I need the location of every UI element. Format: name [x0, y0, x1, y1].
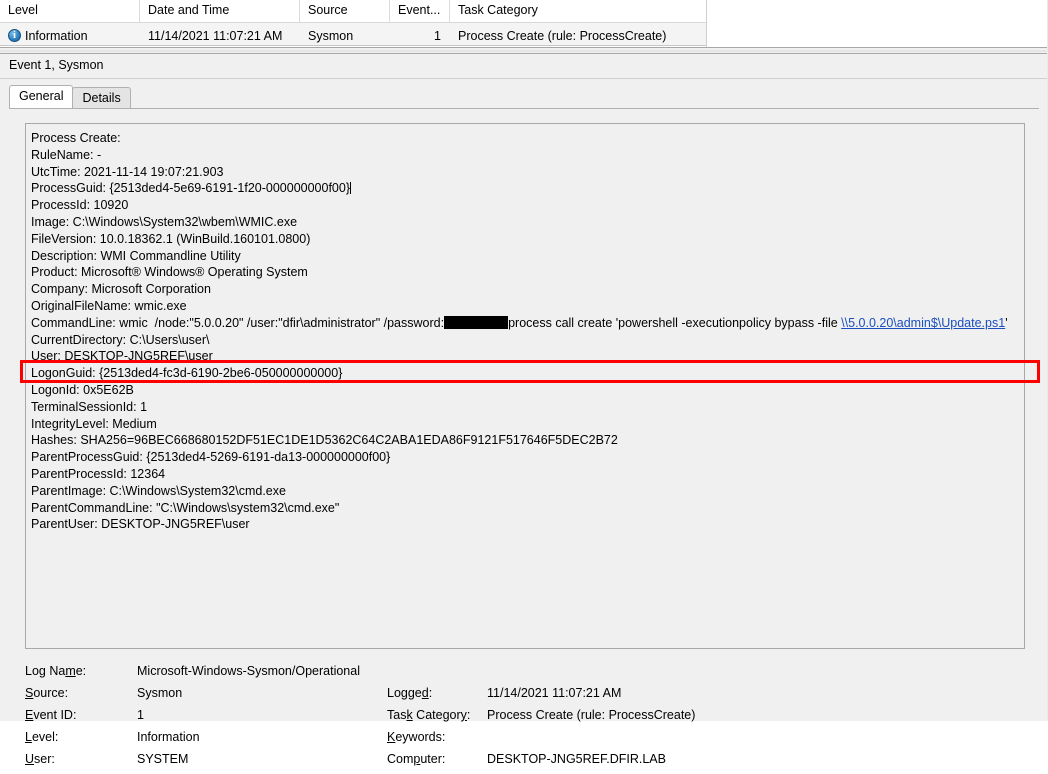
event-description-line-102: LogonGuid: {2513ded4-fc3d-6190-2be6-0500… [31, 366, 343, 381]
meta-label-log-name: Log Name: [25, 664, 87, 678]
column-header-source[interactable]: Source [300, 0, 390, 22]
column-header-task-category[interactable]: Task Category [450, 0, 706, 22]
event-description-line-4: ProcessId: 10920 [31, 198, 129, 213]
event-description-line-103: LogonId: 0x5E62B [31, 382, 134, 397]
meta-row-eventid-task: Event ID: 1 Task Category: Process Creat… [25, 708, 1025, 730]
meta-label-keywords: Keywords: [387, 730, 446, 744]
event-metadata-grid: Log Name: Microsoft-Windows-Sysmon/Opera… [25, 664, 1025, 774]
event-description-line-108: ParentProcessId: 12364 [31, 466, 166, 481]
tab-details[interactable]: Details [72, 87, 131, 108]
meta-label-level: Level: [25, 730, 59, 744]
command-line-row: CommandLine: wmic /node:"5.0.0.20" /user… [31, 315, 1024, 332]
tab-strip-underline [9, 108, 1039, 109]
meta-label-logged: Logged: [387, 686, 433, 700]
column-header-event-id[interactable]: Event... [390, 0, 450, 22]
pane-splitter-track [0, 50, 1048, 52]
event-description-line-100: CurrentDirectory: C:\Users\user\ [31, 332, 210, 347]
event-description-line-5: Image: C:\Windows\System32\wbem\WMIC.exe [31, 214, 298, 229]
cell-task-category: Process Create (rule: ProcessCreate) [458, 28, 667, 43]
cell-source: Sysmon [308, 28, 354, 43]
meta-label-source: Source: [25, 686, 69, 700]
cell-event-id: 1 [434, 28, 441, 43]
meta-value-event-id: 1 [137, 708, 144, 722]
event-detail-title: Event 1, Sysmon [0, 54, 1048, 79]
password-redaction-box [444, 315, 509, 329]
event-description-line-7: Description: WMI Commandline Utility [31, 248, 241, 263]
event-description-line-106: Hashes: SHA256=96BEC668680152DF51EC1DE1D… [31, 433, 618, 448]
event-description-line-104: TerminalSessionId: 1 [31, 399, 148, 414]
cell-level-label: Information [25, 28, 88, 43]
event-description-line-101: User: DESKTOP-JNG5REF\user [31, 349, 213, 364]
unc-path-link[interactable]: \\5.0.0.20\admin$\Update.ps1 [841, 316, 1005, 330]
meta-label-task-category: Task Category: [387, 708, 471, 722]
table-row[interactable]: Information 11/14/2021 11:07:21 AM Sysmo… [0, 23, 706, 46]
meta-value-task-category: Process Create (rule: ProcessCreate) [487, 708, 696, 722]
event-description-line-10: OriginalFileName: wmic.exe [31, 298, 187, 313]
event-list-pane: Level Date and Time Source Event... Task… [0, 0, 707, 47]
event-description-line-107: ParentProcessGuid: {2513ded4-5269-6191-d… [31, 450, 391, 465]
event-description-line-111: ParentUser: DESKTOP-JNG5REF\user [31, 517, 250, 532]
information-icon [8, 29, 21, 42]
meta-value-logged: 11/14/2021 11:07:21 AM [487, 686, 622, 700]
meta-value-computer: DESKTOP-JNG5REF.DFIR.LAB [487, 752, 666, 766]
event-detail-pane: Event 1, Sysmon General Details Process … [0, 54, 1048, 766]
meta-value-log-name: Microsoft-Windows-Sysmon/Operational [137, 664, 360, 678]
meta-value-source: Sysmon [137, 686, 183, 700]
meta-value-user: SYSTEM [137, 752, 189, 766]
meta-label-computer: Computer: [387, 752, 446, 766]
event-description-line-0: Process Create: [31, 131, 121, 145]
cell-date: 11/14/2021 11:07:21 AM [148, 28, 283, 43]
column-header-date[interactable]: Date and Time [140, 0, 300, 22]
event-description-line-105: IntegrityLevel: Medium [31, 416, 157, 431]
event-description-text: Process Create: RuleName: - UtcTime: 2021-… [26, 124, 1024, 533]
meta-row-user-computer: User: SYSTEM Computer: DESKTOP-JNG5REF.D… [25, 752, 1025, 774]
event-description-line-2: UtcTime: 2021-11-14 19:07:21.903 [31, 164, 224, 179]
event-list-header: Level Date and Time Source Event... Task… [0, 0, 706, 23]
meta-row-log-name: Log Name: Microsoft-Windows-Sysmon/Opera… [25, 664, 1025, 686]
command-line-suffix: ' [1005, 315, 1008, 330]
event-description-line-110: ParentCommandLine: "C:\Windows\system32\… [31, 500, 340, 515]
cell-level: Information [0, 23, 140, 45]
meta-row-source-logged: Source: Sysmon Logged: 11/14/2021 11:07:… [25, 686, 1025, 708]
meta-row-level-keywords: Level: Information Keywords: [25, 730, 1025, 752]
command-line-middle: process call create 'powershell -executi… [508, 315, 842, 330]
column-header-level[interactable]: Level [0, 0, 140, 22]
meta-label-event-id: Event ID: [25, 708, 77, 722]
event-description-line-8: Product: Microsoft® Windows® Operating S… [31, 265, 308, 280]
event-description-line-109: ParentImage: C:\Windows\System32\cmd.exe [31, 483, 286, 498]
pane-splitter[interactable] [0, 47, 1048, 54]
event-description-box[interactable]: Process Create: RuleName: - UtcTime: 2021-… [25, 123, 1025, 649]
meta-value-level: Information [137, 730, 200, 744]
meta-label-user: User: [25, 752, 55, 766]
event-description-line-3: ProcessGuid: {2513ded4-5e69-6191-1f20-00… [31, 181, 352, 196]
text-caret [350, 182, 352, 195]
detail-tab-strip: General Details [9, 85, 131, 108]
event-description-line-6: FileVersion: 10.0.18362.1 (WinBuild.1601… [31, 231, 311, 246]
event-description-line-9: Company: Microsoft Corporation [31, 282, 211, 297]
event-description-line-1: RuleName: - [31, 147, 102, 162]
tab-general[interactable]: General [9, 85, 74, 108]
command-line-prefix: CommandLine: wmic /node:"5.0.0.20" /user… [31, 315, 445, 330]
